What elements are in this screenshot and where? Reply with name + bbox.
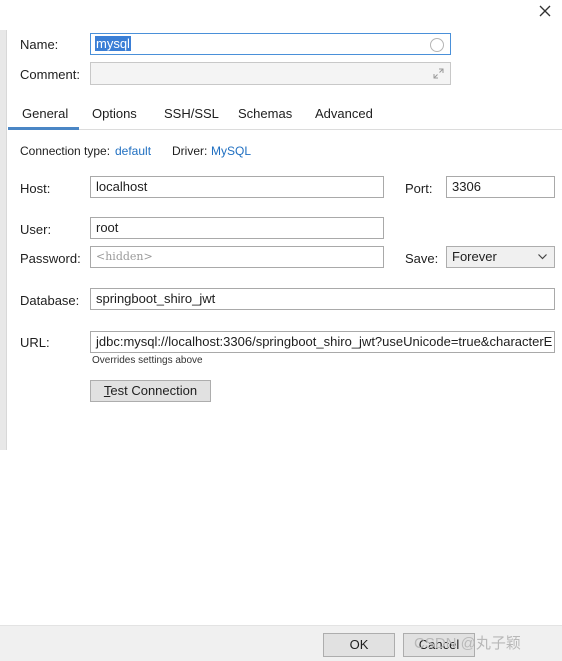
tab-advanced[interactable]: Advanced <box>313 100 375 130</box>
circle-status-icon <box>430 38 444 52</box>
name-label: Name: <box>20 37 59 52</box>
save-select-value: Forever <box>452 249 497 264</box>
host-input[interactable]: localhost <box>90 176 384 198</box>
connection-type-link[interactable]: default <box>115 144 151 158</box>
tab-general[interactable]: General <box>20 100 70 130</box>
name-value: mysql <box>95 36 131 51</box>
url-label: URL: <box>20 335 50 350</box>
watermark: CSDN @丸子颖 <box>414 635 521 652</box>
port-input[interactable]: 3306 <box>446 176 555 198</box>
comment-label: Comment: <box>20 67 80 82</box>
expand-icon[interactable] <box>432 67 445 80</box>
test-connection-label: Test Connection <box>103 383 198 398</box>
password-input[interactable]: <hidden> <box>90 246 384 268</box>
close-icon <box>539 5 551 17</box>
ok-button[interactable]: OK <box>323 633 395 657</box>
connection-type-label: Connection type: <box>20 144 111 158</box>
name-field[interactable]: mysql <box>90 33 451 55</box>
database-input[interactable]: springboot_shiro_jwt <box>90 288 555 310</box>
left-panel-edge <box>0 30 7 450</box>
user-label: User: <box>20 222 52 237</box>
url-input[interactable]: jdbc:mysql://localhost:3306/springboot_s… <box>90 331 555 353</box>
url-hint: Overrides settings above <box>92 355 203 366</box>
chevron-down-icon <box>538 254 547 260</box>
test-connection-button[interactable]: Test Connection <box>90 380 211 402</box>
user-input[interactable]: root <box>90 217 384 239</box>
save-label: Save: <box>405 251 439 266</box>
tab-ssh-ssl[interactable]: SSH/SSL <box>162 100 221 130</box>
database-label: Database: <box>20 293 80 308</box>
tab-options[interactable]: Options <box>90 100 139 130</box>
active-tab-indicator <box>8 127 79 130</box>
host-label: Host: <box>20 181 51 196</box>
close-button[interactable] <box>534 0 556 22</box>
tab-divider <box>8 129 562 130</box>
driver-link[interactable]: MySQL <box>211 144 251 158</box>
save-select[interactable]: Forever <box>446 246 555 268</box>
tab-schemas[interactable]: Schemas <box>236 100 294 130</box>
driver-label: Driver: <box>172 144 208 158</box>
port-label: Port: <box>405 181 433 196</box>
comment-field[interactable] <box>90 62 451 85</box>
password-label: Password: <box>20 251 81 266</box>
